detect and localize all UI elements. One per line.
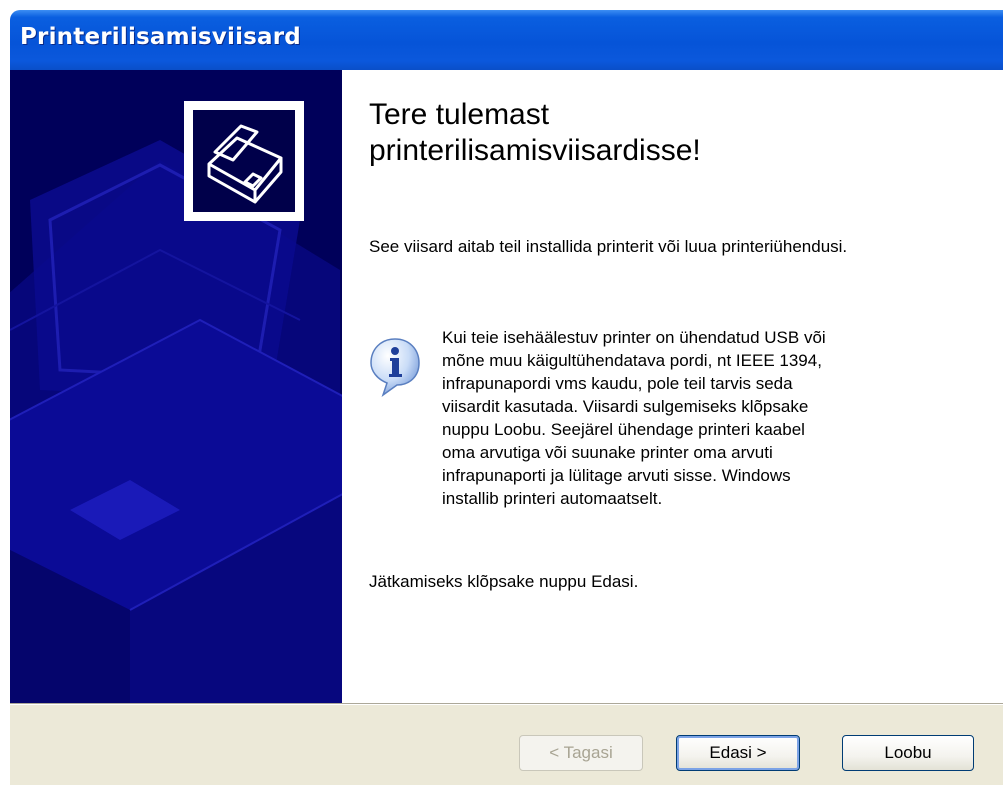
cancel-button[interactable]: Loobu	[842, 735, 974, 771]
button-bar: < Tagasi Edasi > Loobu	[10, 703, 1003, 785]
wizard-icon-frame	[184, 101, 304, 221]
continue-text: Jätkamiseks klõpsake nuppu Edasi.	[369, 572, 639, 591]
page-title-line1: Tere tulemast	[369, 98, 550, 131]
info-text: Kui teie isehäälestuv printer on ühendat…	[442, 328, 826, 508]
page-title: Tere tulemast printerilisamisviisardisse…	[369, 97, 701, 169]
main-panel: Tere tulemast printerilisamisviisardisse…	[342, 70, 1003, 703]
intro-text: See viisard aitab teil installida printe…	[369, 237, 848, 256]
title-bar[interactable]: Printerilisamisviisard	[10, 10, 1003, 70]
printer-icon	[193, 110, 295, 212]
wizard-window: Printerilisamisviisard Tere tulemast pri…	[10, 10, 1003, 785]
next-button[interactable]: Edasi >	[676, 735, 800, 771]
info-icon	[369, 337, 421, 397]
back-button[interactable]: < Tagasi	[519, 735, 643, 771]
footer-divider	[10, 704, 1003, 705]
wizard-content: Tere tulemast printerilisamisviisardisse…	[10, 70, 1003, 703]
side-banner	[10, 70, 342, 703]
page-title-line2: printerilisamisviisardisse!	[369, 134, 701, 167]
window-title: Printerilisamisviisard	[20, 24, 301, 50]
